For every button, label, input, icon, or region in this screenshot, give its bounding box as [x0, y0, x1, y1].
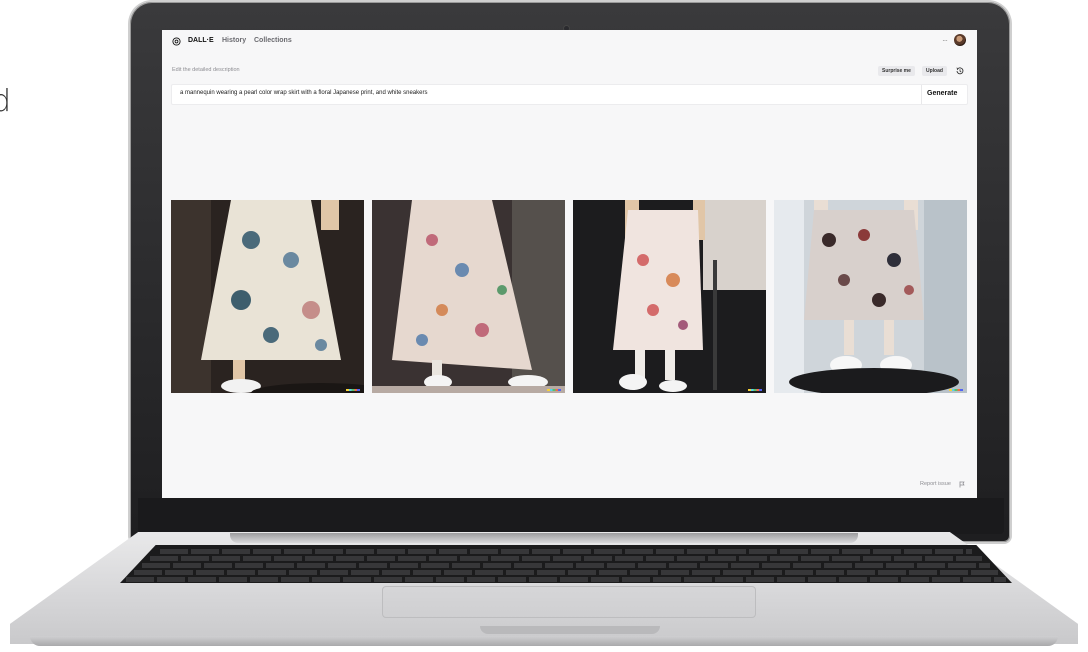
brand-name[interactable]: DALL·E — [188, 37, 214, 44]
nav-history[interactable]: History — [222, 37, 246, 44]
base-lip — [30, 636, 1058, 646]
generate-button[interactable]: Generate — [927, 90, 957, 97]
top-nav: DALL·E History Collections ··· — [162, 30, 977, 54]
trackpad — [382, 586, 756, 618]
surprise-me-button[interactable]: Surprise me — [878, 66, 915, 76]
upload-button[interactable]: Upload — [922, 66, 947, 76]
result-image-4[interactable] — [774, 200, 967, 393]
divider — [921, 85, 922, 104]
result-image-1[interactable] — [171, 200, 364, 393]
result-image-2[interactable] — [372, 200, 565, 393]
image-gallery — [171, 200, 967, 393]
prompt-text[interactable]: a mannequin wearing a pearl color wrap s… — [180, 90, 427, 96]
keyboard — [120, 545, 1012, 583]
laptop-hinge — [230, 533, 858, 543]
result-image-3[interactable] — [573, 200, 766, 393]
more-icon[interactable]: ··· — [942, 36, 948, 45]
nav-collections[interactable]: Collections — [254, 37, 292, 44]
watermark-stripe — [547, 389, 561, 391]
history-icon[interactable] — [955, 66, 965, 76]
watermark-stripe — [346, 389, 360, 391]
screen-bezel — [138, 498, 1004, 534]
watermark-stripe — [949, 389, 963, 391]
description-label: Edit the detailed description — [172, 67, 240, 73]
openai-logo-icon[interactable] — [172, 37, 181, 46]
prompt-input[interactable]: a mannequin wearing a pearl color wrap s… — [171, 84, 968, 105]
app-screen: DALL·E History Collections ··· Edit the … — [162, 30, 977, 498]
flag-icon[interactable] — [959, 481, 965, 488]
lid-notch — [480, 626, 660, 634]
partial-caption-letter: d — [0, 84, 12, 119]
report-issue-link[interactable]: Report issue — [920, 481, 951, 487]
avatar[interactable] — [954, 34, 966, 46]
watermark-stripe — [748, 389, 762, 391]
